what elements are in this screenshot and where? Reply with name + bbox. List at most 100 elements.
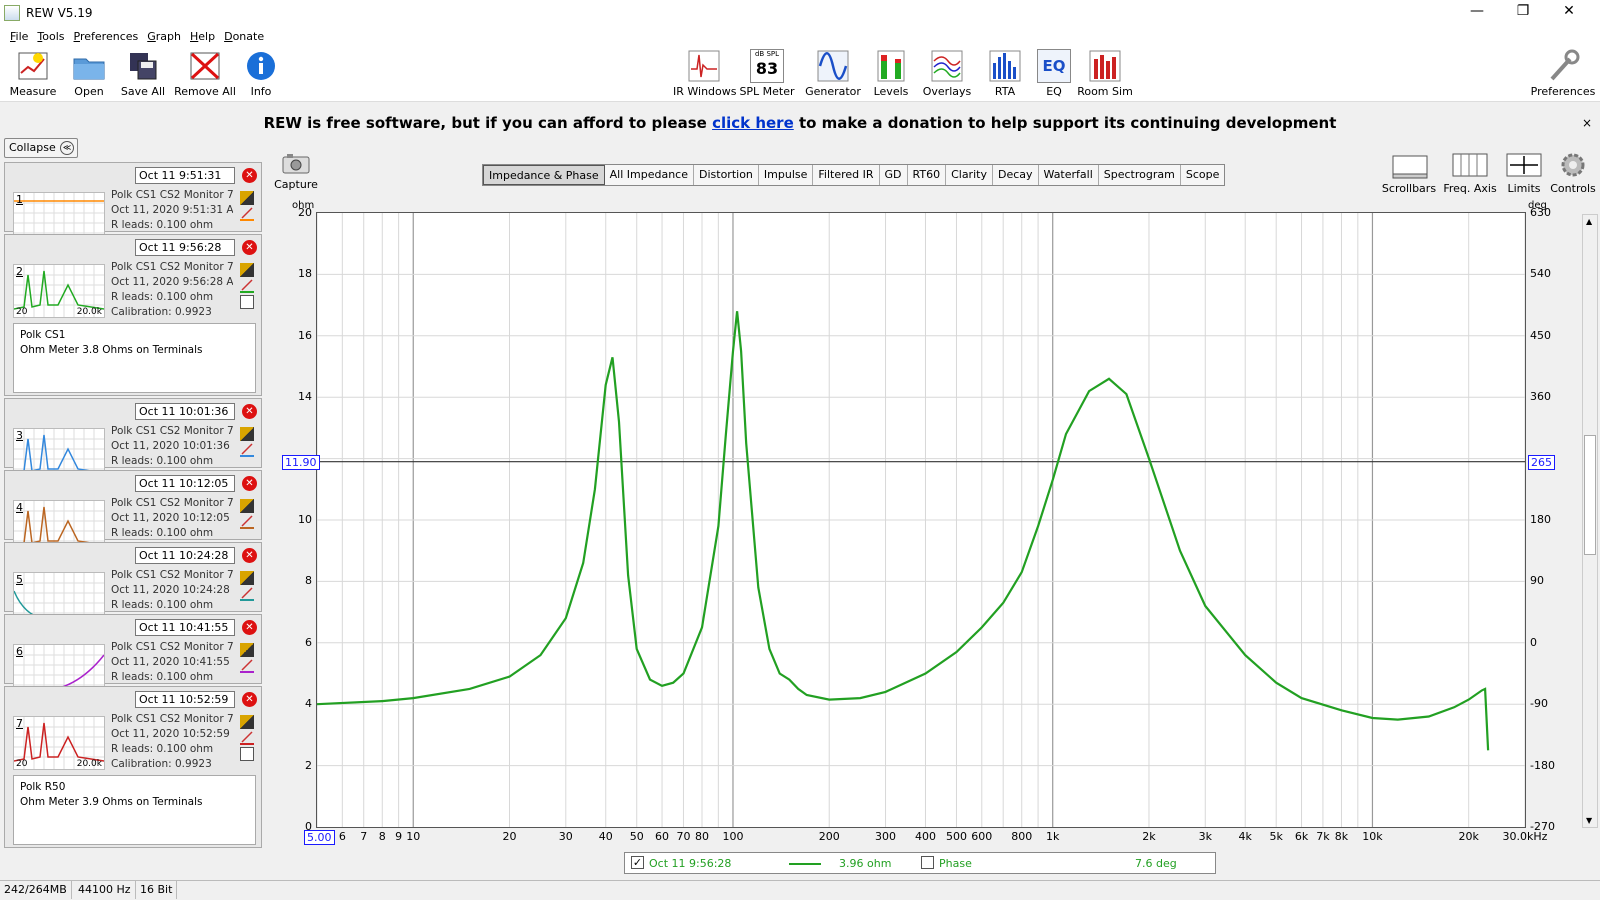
delete-measurement-icon[interactable]: ✕ bbox=[242, 548, 257, 563]
maximize-button[interactable]: ❐ bbox=[1500, 0, 1546, 26]
measurement-item[interactable]: Oct 11 9:56:28 ✕ 2 20 20.0k Polk CS1 CS2… bbox=[4, 234, 262, 396]
scroll-up-icon[interactable]: ▲ bbox=[1586, 217, 1592, 226]
tab-all-impedance[interactable]: All Impedance bbox=[605, 165, 694, 185]
menu-donate[interactable]: Donate bbox=[224, 30, 264, 43]
donate-link[interactable]: click here bbox=[712, 114, 794, 132]
limits-button[interactable]: Limits bbox=[1502, 150, 1546, 195]
overlays-button[interactable]: Overlays bbox=[916, 49, 978, 98]
x-cursor-value[interactable]: 5.00 bbox=[304, 830, 335, 845]
banner-close-icon[interactable]: × bbox=[1582, 110, 1592, 136]
x-tick-label: 20k bbox=[1458, 830, 1479, 843]
tab-spectrogram[interactable]: Spectrogram bbox=[1099, 165, 1181, 185]
preferences-button[interactable]: Preferences bbox=[1530, 49, 1596, 98]
y-right-tick-label: 630 bbox=[1530, 206, 1551, 219]
phase-checkbox[interactable] bbox=[921, 856, 934, 869]
ir-windows-button[interactable]: IR Windows bbox=[673, 49, 737, 98]
color-pen-icon[interactable] bbox=[240, 587, 254, 601]
tab-waterfall[interactable]: Waterfall bbox=[1039, 165, 1099, 185]
tab-gd[interactable]: GD bbox=[880, 165, 908, 185]
tab-impedance-phase[interactable]: Impedance & Phase bbox=[483, 165, 605, 185]
edit-measurement-icon[interactable] bbox=[240, 643, 254, 657]
measurement-item[interactable]: Oct 11 10:41:55 ✕ 6 20 20.0k Polk CS1 CS… bbox=[4, 614, 262, 698]
delete-measurement-icon[interactable]: ✕ bbox=[242, 692, 257, 707]
color-pen-icon[interactable] bbox=[240, 515, 254, 529]
x-tick-label: 8 bbox=[378, 830, 386, 843]
delete-measurement-icon[interactable]: ✕ bbox=[242, 240, 257, 255]
minimize-button[interactable]: — bbox=[1454, 0, 1500, 26]
tab-impulse[interactable]: Impulse bbox=[759, 165, 814, 185]
generator-button[interactable]: Generator bbox=[802, 49, 864, 98]
tab-rt60[interactable]: RT60 bbox=[908, 165, 947, 185]
spl-meter-button[interactable]: dB SPL 83 SPL Meter bbox=[736, 49, 798, 98]
measurement-item[interactable]: Oct 11 9:51:31 ✕ 1 20 20.0k Polk CS1 CS2… bbox=[4, 162, 262, 246]
room-sim-label: Room Sim bbox=[1077, 85, 1133, 98]
delete-measurement-icon[interactable]: ✕ bbox=[242, 620, 257, 635]
measurement-item[interactable]: Oct 11 10:12:05 ✕ 4 20 20.0k Polk CS1 CS… bbox=[4, 470, 262, 554]
freq-axis-button[interactable]: Freq. Axis bbox=[1440, 150, 1500, 195]
cursor-value-left[interactable]: 11.90 bbox=[282, 454, 320, 470]
measurement-date-field[interactable]: Oct 11 9:51:31 bbox=[135, 167, 235, 184]
tab-decay[interactable]: Decay bbox=[993, 165, 1039, 185]
notes-icon[interactable] bbox=[240, 747, 254, 761]
measurement-date-field[interactable]: Oct 11 10:24:28 bbox=[135, 547, 235, 564]
color-pen-icon[interactable] bbox=[240, 731, 254, 745]
scroll-thumb[interactable] bbox=[1584, 435, 1596, 555]
close-window-button[interactable]: ✕ bbox=[1546, 0, 1592, 26]
color-pen-icon[interactable] bbox=[240, 443, 254, 457]
color-pen-icon[interactable] bbox=[240, 659, 254, 673]
room-sim-button[interactable]: Room Sim bbox=[1074, 49, 1136, 98]
measurement-date-field[interactable]: Oct 11 10:12:05 bbox=[135, 475, 235, 492]
edit-measurement-icon[interactable] bbox=[240, 715, 254, 729]
measure-button[interactable]: Measure bbox=[2, 49, 64, 98]
tab-filtered-ir[interactable]: Filtered IR bbox=[813, 165, 880, 185]
measurement-notes[interactable]: Polk CS1 Ohm Meter 3.8 Ohms on Terminals bbox=[13, 323, 256, 393]
menu-file[interactable]: File bbox=[10, 30, 28, 43]
notes-icon[interactable] bbox=[240, 295, 254, 309]
save-all-button[interactable]: Save All bbox=[112, 49, 174, 98]
measurement-date-field[interactable]: Oct 11 10:41:55 bbox=[135, 619, 235, 636]
tab-scope[interactable]: Scope bbox=[1181, 165, 1225, 185]
menu-help[interactable]: Help bbox=[190, 30, 215, 43]
color-pen-icon[interactable] bbox=[240, 279, 254, 293]
impedance-plot[interactable] bbox=[316, 212, 1526, 828]
scrollbars-button[interactable]: Scrollbars bbox=[1380, 150, 1438, 195]
controls-button[interactable]: Controls bbox=[1550, 150, 1596, 195]
menu-graph[interactable]: Graph bbox=[147, 30, 181, 43]
collapse-button[interactable]: Collapse ≪ bbox=[4, 138, 78, 158]
measurement-item[interactable]: Oct 11 10:01:36 ✕ 3 20 20.0k Polk CS1 CS… bbox=[4, 398, 262, 482]
collapse-chevron-icon: ≪ bbox=[60, 141, 74, 155]
capture-label: Capture bbox=[274, 178, 318, 191]
measurement-thumbnail[interactable]: 7 20 20.0k bbox=[13, 716, 105, 770]
measurement-date-field[interactable]: Oct 11 10:01:36 bbox=[135, 403, 235, 420]
levels-icon bbox=[874, 49, 908, 83]
measurement-date-field[interactable]: Oct 11 9:56:28 bbox=[135, 239, 235, 256]
edit-measurement-icon[interactable] bbox=[240, 263, 254, 277]
measurement-item[interactable]: Oct 11 10:24:28 ✕ 5 20 20.0k Polk CS1 CS… bbox=[4, 542, 262, 626]
open-button[interactable]: Open bbox=[58, 49, 120, 98]
remove-all-button[interactable]: Remove All bbox=[174, 49, 236, 98]
scroll-down-icon[interactable]: ▼ bbox=[1586, 816, 1592, 825]
series-checkbox[interactable]: ✓ bbox=[631, 856, 644, 869]
delete-measurement-icon[interactable]: ✕ bbox=[242, 168, 257, 183]
x-tick-label: 4k bbox=[1238, 830, 1252, 843]
menu-preferences[interactable]: Preferences bbox=[74, 30, 139, 43]
delete-measurement-icon[interactable]: ✕ bbox=[242, 404, 257, 419]
edit-measurement-icon[interactable] bbox=[240, 499, 254, 513]
capture-button[interactable]: Capture bbox=[272, 152, 320, 191]
color-pen-icon[interactable] bbox=[240, 207, 254, 221]
measurement-notes[interactable]: Polk R50 Ohm Meter 3.9 Ohms on Terminals bbox=[13, 775, 256, 845]
measurement-thumbnail[interactable]: 2 20 20.0k bbox=[13, 264, 105, 318]
edit-measurement-icon[interactable] bbox=[240, 427, 254, 441]
levels-button[interactable]: Levels bbox=[860, 49, 922, 98]
edit-measurement-icon[interactable] bbox=[240, 571, 254, 585]
cursor-value-right[interactable]: 265 bbox=[1528, 454, 1555, 470]
measurement-item[interactable]: Oct 11 10:52:59 ✕ 7 20 20.0k Polk CS1 CS… bbox=[4, 686, 262, 848]
tab-clarity[interactable]: Clarity bbox=[946, 165, 993, 185]
menu-tools[interactable]: Tools bbox=[37, 30, 64, 43]
edit-measurement-icon[interactable] bbox=[240, 191, 254, 205]
tab-distortion[interactable]: Distortion bbox=[694, 165, 759, 185]
vertical-scrollbar[interactable]: ▲ ▼ bbox=[1582, 214, 1598, 828]
measurement-date-field[interactable]: Oct 11 10:52:59 bbox=[135, 691, 235, 708]
delete-measurement-icon[interactable]: ✕ bbox=[242, 476, 257, 491]
info-button[interactable]: Info bbox=[230, 49, 292, 98]
